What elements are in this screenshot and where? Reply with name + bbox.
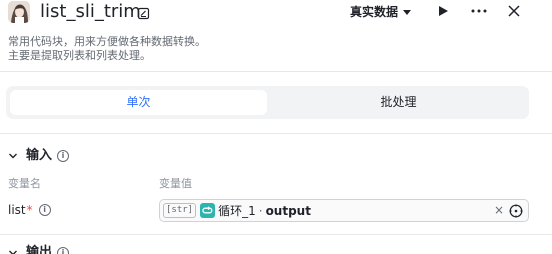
output-section-toggle[interactable]: 输出 i (8, 245, 70, 254)
tab-single[interactable]: 单次 (10, 90, 267, 115)
column-header-name: 变量名 (8, 177, 41, 190)
param-name-label: list (8, 203, 26, 217)
more-icon (471, 9, 487, 13)
column-header-value: 变量值 (159, 177, 192, 190)
close-button[interactable] (504, 1, 524, 21)
description-line: 主要是提取列表和列表处理。 (8, 49, 151, 62)
chevron-down-icon (403, 9, 412, 15)
run-button[interactable] (433, 1, 453, 21)
chevron-down-icon (9, 250, 17, 254)
variable-picker-icon[interactable] (509, 203, 523, 218)
node-description: 常用代码块，用来方便做各种数据转换。 主要是提取列表和列表处理。 (8, 35, 206, 63)
divider (0, 133, 552, 134)
play-icon (439, 6, 448, 16)
param-name: list * i (8, 203, 51, 217)
info-icon[interactable]: i (38, 204, 51, 216)
chevron-down-icon (9, 153, 17, 159)
data-mode-label: 真实数据 (350, 5, 399, 19)
clear-button[interactable]: × (494, 203, 504, 217)
reference-separator: · (258, 203, 263, 218)
run-mode-tabs: 单次 批处理 (6, 86, 529, 119)
edit-icon[interactable] (137, 5, 150, 20)
data-mode-select[interactable]: 真实数据 (350, 4, 412, 20)
loop-icon (200, 203, 216, 218)
reference-field-name: output (265, 203, 311, 218)
input-section-toggle[interactable]: 输入 i (8, 148, 70, 164)
reference-node-name: 循环_1 (218, 204, 256, 218)
divider (0, 71, 552, 72)
type-tag: [str] (163, 203, 197, 218)
tab-batch[interactable]: 批处理 (272, 90, 525, 115)
info-icon[interactable]: i (57, 150, 70, 162)
required-mark: * (26, 203, 33, 217)
description-line: 常用代码块，用来方便做各种数据转换。 (8, 35, 206, 48)
close-icon (508, 5, 520, 17)
node-title: list_sli_trim (40, 1, 141, 22)
node-header: list_sli_trim 真实数据 (0, 0, 552, 30)
divider (0, 234, 552, 235)
output-section-title: 输出 (26, 245, 53, 254)
avatar (8, 1, 30, 23)
input-section-title: 输入 (26, 148, 53, 163)
param-value-field[interactable]: [str] 循环_1 · output × (159, 199, 529, 222)
more-button[interactable] (469, 1, 489, 21)
info-icon[interactable]: i (57, 247, 70, 254)
